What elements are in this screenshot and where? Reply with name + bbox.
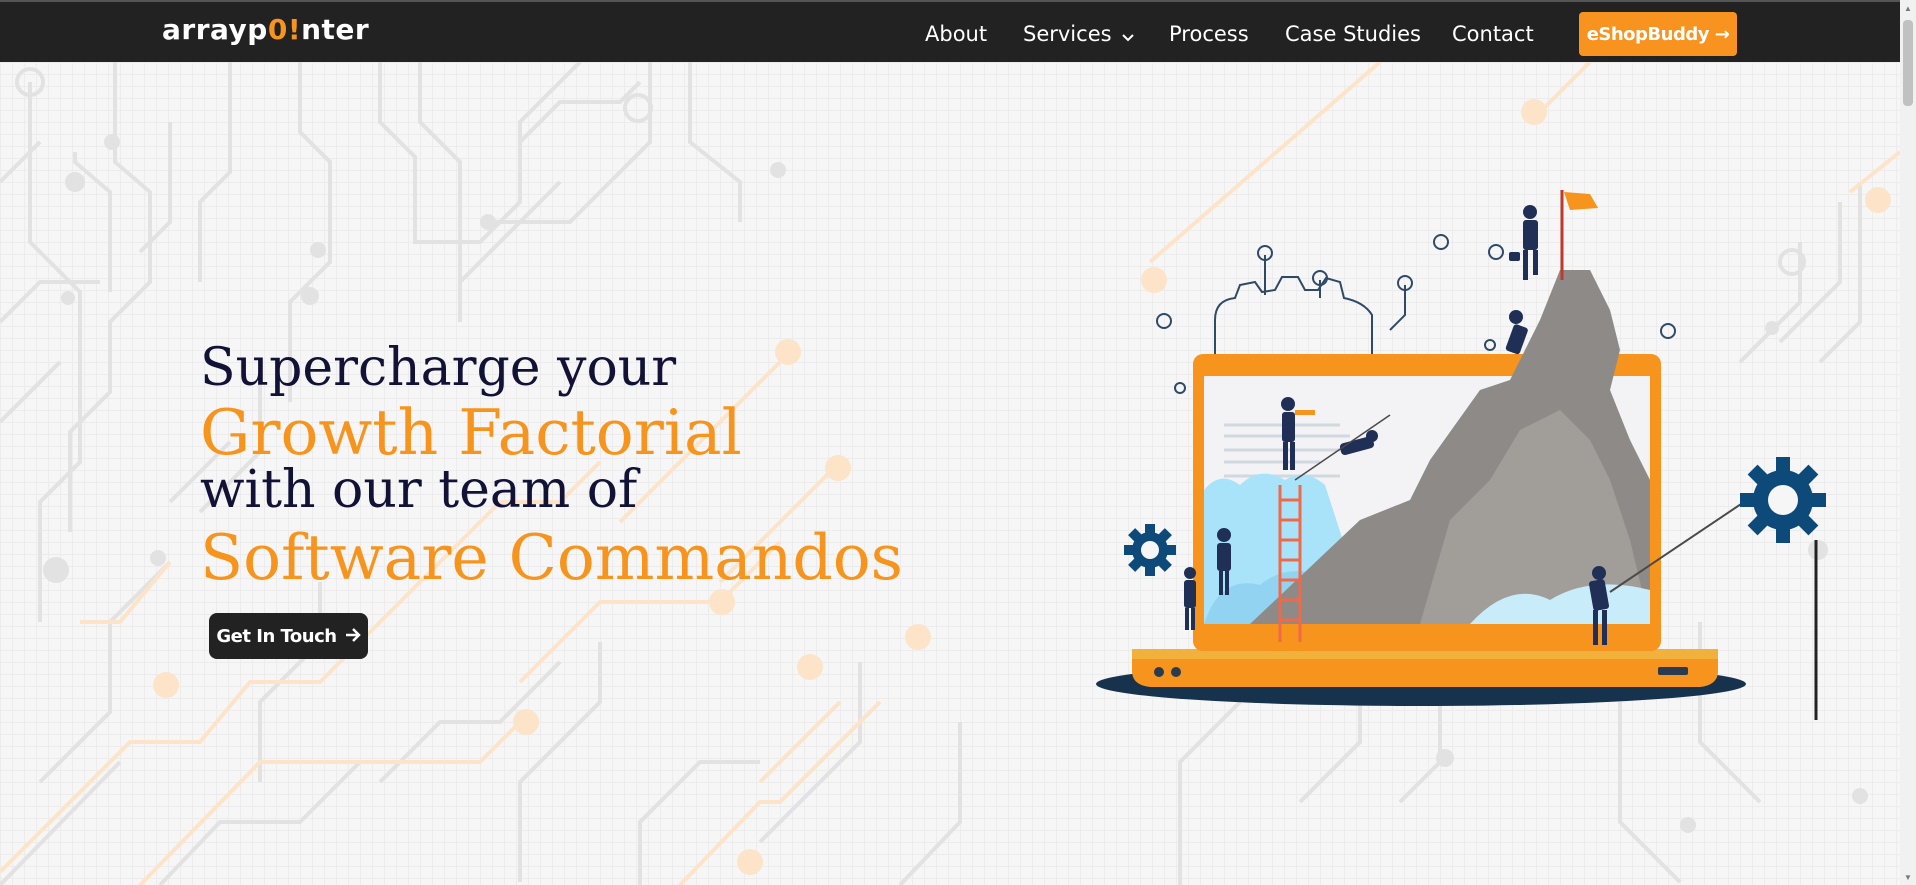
hero-illustration <box>1096 190 1826 720</box>
hero-heading-line1: Supercharge your <box>200 338 677 398</box>
nav-contact-link[interactable]: Contact <box>1452 22 1534 46</box>
logo-text-end: nter <box>301 13 370 46</box>
nav-about-link[interactable]: About <box>925 22 987 46</box>
eshopbuddy-button[interactable]: eShopBuddy → <box>1579 12 1737 56</box>
navbar: arrayp0!nter About Services Process Case… <box>0 0 1900 62</box>
hero-heading-line3: with our team of <box>200 460 638 520</box>
get-in-touch-button[interactable]: Get In Touch <box>209 613 368 659</box>
logo-accent-excl: ! <box>287 13 302 46</box>
hero-heading-line2: Growth Factorial <box>200 396 742 469</box>
arrow-right-icon <box>345 626 361 647</box>
chevron-down-icon <box>1121 23 1134 47</box>
vertical-scrollbar[interactable]: ▲ ▼ <box>1900 0 1916 885</box>
nav-process-link[interactable]: Process <box>1169 22 1249 46</box>
hero-heading-line4: Software Commandos <box>200 521 903 594</box>
nav-services-dropdown[interactable]: Services <box>1023 22 1134 47</box>
scroll-down-icon[interactable]: ▼ <box>1900 869 1916 885</box>
get-in-touch-label: Get In Touch <box>216 625 337 647</box>
logo-text-start: arrayp <box>162 13 268 46</box>
nav-case-studies-link[interactable]: Case Studies <box>1285 22 1421 46</box>
scrollbar-thumb[interactable] <box>1903 20 1913 106</box>
arraypointer-logo[interactable]: arrayp0!nter <box>162 13 369 46</box>
nav-services-label: Services <box>1023 22 1112 46</box>
scroll-up-icon[interactable]: ▲ <box>1900 0 1916 16</box>
logo-accent-o: 0 <box>267 13 288 46</box>
